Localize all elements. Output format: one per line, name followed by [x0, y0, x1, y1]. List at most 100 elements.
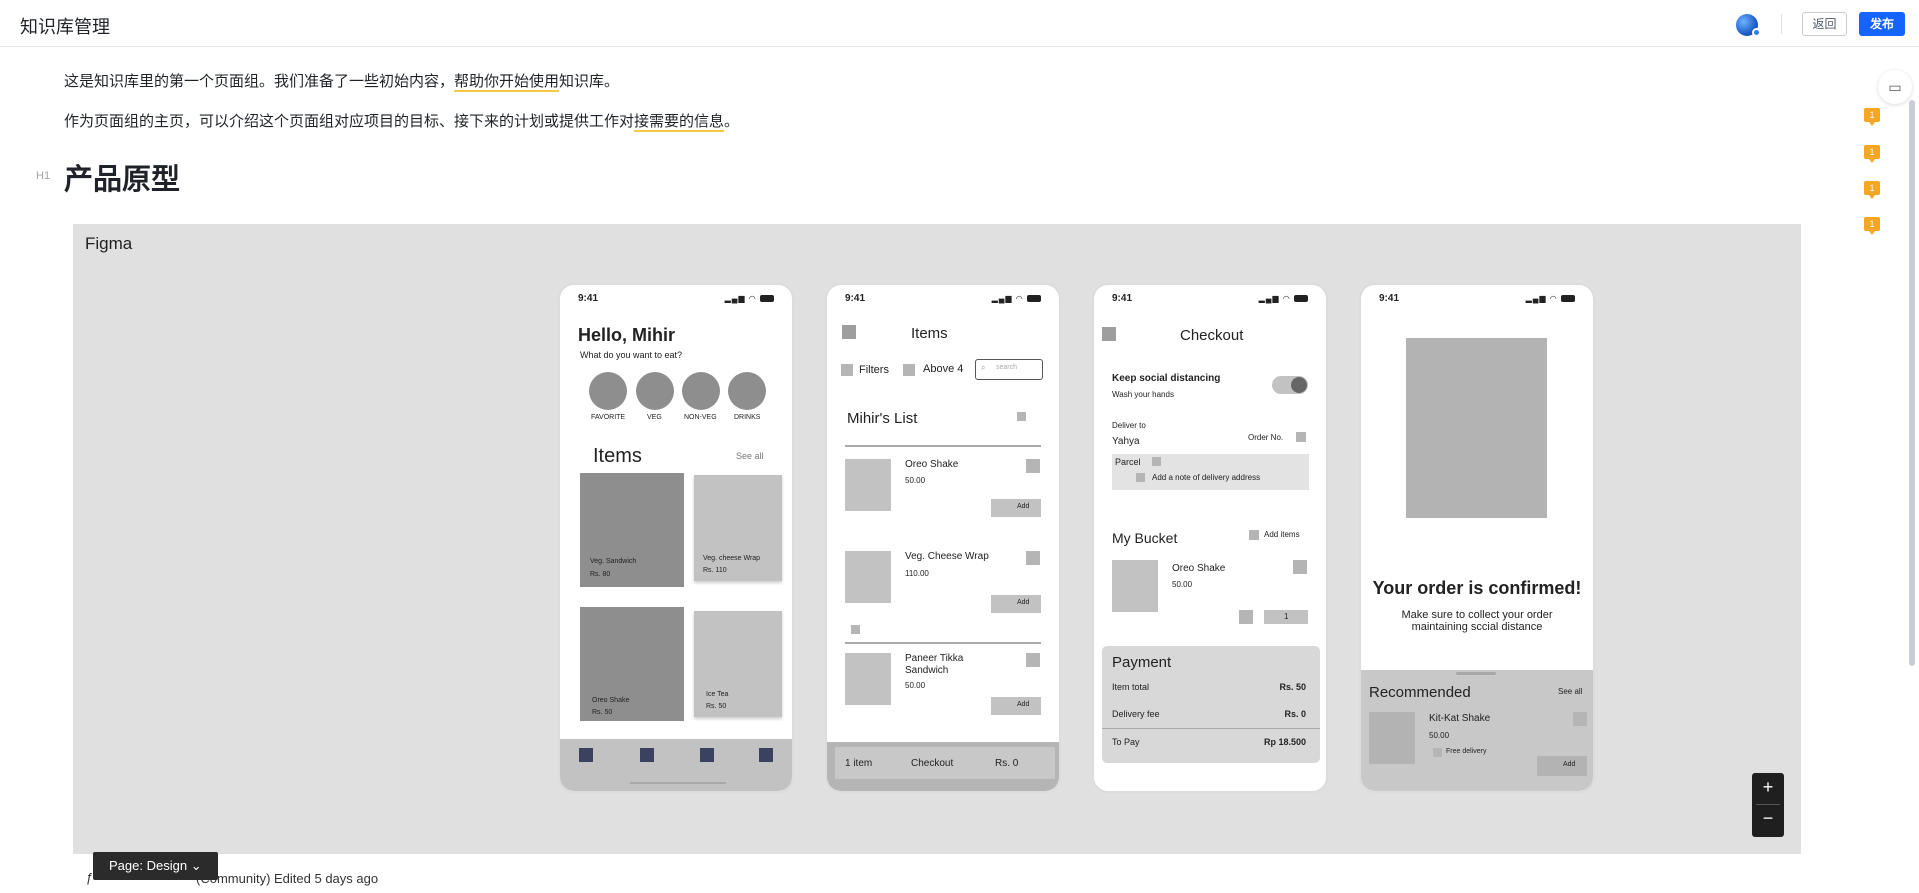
- greeting-sub: What do you want to eat?: [580, 350, 683, 360]
- food-card-price: Rs. 110: [703, 567, 727, 574]
- distancing-toggle[interactable]: [1272, 376, 1308, 394]
- commented-text[interactable]: 帮助你开始使用: [454, 73, 560, 92]
- category-circle[interactable]: [682, 372, 720, 410]
- item-image: [1369, 712, 1415, 764]
- parcel-box[interactable]: [1112, 454, 1309, 490]
- favorite-icon[interactable]: [1026, 459, 1040, 473]
- screen-title: Checkout: [1180, 327, 1244, 344]
- decrease-qty-icon[interactable]: [1239, 610, 1253, 624]
- scrollbar[interactable]: [1909, 100, 1915, 666]
- greeting: Hello, Mihir: [578, 325, 676, 345]
- status-time: 9:41: [578, 293, 599, 304]
- publish-button[interactable]: 发布: [1859, 12, 1905, 36]
- cart-count: 1 item: [845, 758, 873, 769]
- note-icon: [1136, 473, 1145, 482]
- nav-cart-icon[interactable]: [700, 748, 714, 762]
- item-image: [1112, 560, 1158, 612]
- item-name: Veg. Cheese Wrap: [905, 551, 989, 562]
- status-time: 9:41: [1112, 293, 1133, 304]
- favorite-icon[interactable]: [1573, 712, 1587, 726]
- bucket-title: My Bucket: [1112, 530, 1178, 546]
- section-icon: [851, 625, 860, 634]
- comment-marker[interactable]: 1: [1864, 181, 1880, 199]
- comment-marker[interactable]: 1: [1864, 145, 1880, 163]
- add-button[interactable]: Add: [1537, 756, 1587, 776]
- item-price: 50.00: [1172, 580, 1193, 589]
- add-items-label[interactable]: Add items: [1264, 530, 1300, 539]
- signal-icon: ▂▄▆ ◠: [1526, 294, 1575, 303]
- heading-level-icon[interactable]: H1: [36, 170, 50, 182]
- back-button[interactable]: 返回: [1802, 12, 1847, 36]
- favorite-icon[interactable]: [1026, 653, 1040, 667]
- category-label: NON-VEG: [684, 414, 717, 421]
- order-image: [1406, 338, 1547, 518]
- food-card[interactable]: [694, 611, 782, 717]
- above-checkbox[interactable]: [903, 364, 915, 376]
- remove-icon[interactable]: [1293, 560, 1307, 574]
- add-button[interactable]: Add: [991, 595, 1041, 613]
- nav-search-icon[interactable]: [640, 748, 654, 762]
- item-price: 50.00: [905, 476, 926, 485]
- nav-profile-icon[interactable]: [759, 748, 773, 762]
- paragraph-text: 。: [724, 113, 740, 130]
- comment-icon[interactable]: ▭: [1878, 70, 1912, 104]
- screen-checkout: 9:41 ▂▄▆ ◠ Checkout Keep social distanci…: [1092, 283, 1328, 793]
- category-label: DRINKS: [734, 414, 761, 421]
- comment-marker[interactable]: 1: [1864, 217, 1880, 235]
- paragraph-text: 作为页面组的主页，可以介绍这个页面组对应项目的目标、接下来的计划或提供工作对: [64, 113, 635, 130]
- item-image: [845, 653, 891, 705]
- section-heading: 产品原型: [64, 164, 181, 196]
- back-icon[interactable]: [842, 325, 856, 339]
- see-all-link[interactable]: See all: [1558, 687, 1582, 696]
- item-image: [845, 551, 891, 603]
- list-title: Mihir's List: [847, 410, 918, 427]
- nav-home-icon[interactable]: [579, 748, 593, 762]
- food-card-price: Rs. 50: [592, 709, 613, 716]
- screen-confirmation: 9:41 ▂▄▆ ◠ Your order is confirmed! Make…: [1359, 283, 1595, 793]
- zoom-in-button[interactable]: +: [1752, 777, 1784, 798]
- food-card-name: Oreo Shake: [592, 697, 630, 704]
- category-circle[interactable]: [636, 372, 674, 410]
- add-items-icon[interactable]: [1249, 530, 1259, 540]
- divider: [1102, 728, 1320, 729]
- top-bar: 知识库管理 返回 发布: [0, 0, 1919, 47]
- category-circle[interactable]: [728, 372, 766, 410]
- delivery-fee-value: Rs. 0: [1284, 709, 1306, 719]
- divider: [845, 445, 1041, 447]
- commented-text[interactable]: 接需要的信息: [634, 113, 725, 132]
- avatar-status-dot: [1752, 28, 1761, 37]
- signal-icon: ▂▄▆ ◠: [725, 294, 774, 303]
- food-card-price: Rs. 80: [590, 571, 611, 578]
- item-name: Oreo Shake: [1172, 563, 1226, 574]
- qty-stepper[interactable]: 1: [1264, 610, 1308, 624]
- food-card[interactable]: [580, 473, 684, 587]
- list-option-icon[interactable]: [1017, 412, 1026, 421]
- filters-checkbox[interactable]: [841, 364, 853, 376]
- to-pay-label: To Pay: [1112, 737, 1140, 747]
- divider: [845, 642, 1041, 644]
- see-all-link[interactable]: See all: [736, 451, 764, 461]
- parcel-label: Parcel: [1115, 457, 1141, 467]
- paragraph-text: 知识库。: [559, 73, 620, 90]
- category-circle[interactable]: [589, 372, 627, 410]
- back-icon[interactable]: [1102, 327, 1116, 341]
- signal-icon: ▂▄▆ ◠: [1259, 294, 1308, 303]
- figma-embed[interactable]: Figma 9:41 ▂▄▆ ◠ Hello, Mihir What do yo…: [73, 224, 1801, 854]
- drag-handle[interactable]: [1456, 672, 1496, 675]
- item-name: Kit-Kat Shake: [1429, 713, 1491, 724]
- confirmation-title: Your order is confirmed!: [1372, 578, 1582, 598]
- comment-marker[interactable]: 1: [1864, 108, 1880, 126]
- checkout-bar[interactable]: 1 item Checkout Rs. 0: [827, 742, 1059, 791]
- favorite-icon[interactable]: [1026, 551, 1040, 565]
- category-label: VEG: [647, 414, 662, 421]
- add-button[interactable]: Add: [991, 697, 1041, 715]
- search-input[interactable]: ⌕ search: [975, 359, 1043, 380]
- food-card[interactable]: [694, 475, 782, 581]
- zoom-out-button[interactable]: −: [1752, 808, 1784, 829]
- page-select[interactable]: Page: Design ⌄: [93, 852, 218, 880]
- recipient-name: Yahya: [1112, 436, 1140, 447]
- paragraph-2: 作为页面组的主页，可以介绍这个页面组对应项目的目标、接下来的计划或提供工作对接需…: [64, 110, 740, 132]
- item-total-value: Rs. 50: [1279, 682, 1306, 692]
- add-button[interactable]: Add: [991, 499, 1041, 517]
- order-no-label: Order No.: [1248, 433, 1284, 442]
